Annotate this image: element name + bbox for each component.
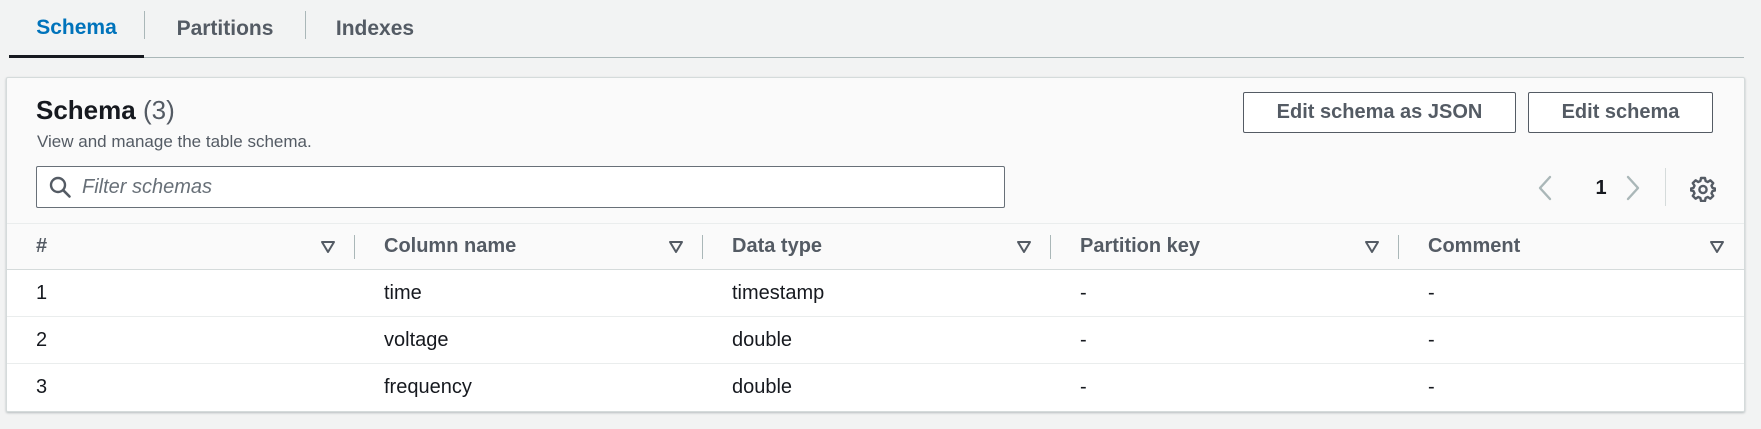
chevron-right-icon (1626, 175, 1640, 201)
cell-data-type: timestamp (732, 281, 825, 304)
filter-schemas-input[interactable] (72, 167, 1004, 207)
schema-table: # Column name Data type Partition key Co (7, 223, 1744, 411)
column-header-label: Partition key (1080, 235, 1201, 257)
gear-icon (1690, 176, 1716, 202)
tab-indexes[interactable]: Indexes (306, 0, 444, 57)
cell-column-name: time (384, 281, 422, 304)
sort-caret-icon[interactable] (1709, 240, 1725, 254)
cell-partition-key: - (1080, 376, 1087, 398)
cell-column-name: voltage (384, 328, 449, 351)
tab-bar: Schema Partitions Indexes (9, 0, 1744, 58)
page-number-1[interactable]: 1 (1587, 175, 1615, 201)
table-row: 2 voltage double - - (7, 317, 1744, 364)
chevron-left-icon (1538, 175, 1552, 201)
edit-schema-as-json-button[interactable]: Edit schema as JSON (1243, 92, 1516, 133)
cell-number: 1 (36, 281, 48, 304)
column-header-label: Column name (384, 235, 517, 257)
cell-number: 3 (36, 376, 48, 398)
card-description: View and manage the table schema. (37, 132, 312, 151)
schema-count: (3) (142, 95, 175, 125)
edit-schema-button[interactable]: Edit schema (1528, 92, 1713, 133)
cell-comment: - (1428, 328, 1435, 351)
cell-comment: - (1428, 376, 1435, 398)
column-header-label: Comment (1428, 235, 1521, 257)
filter-box (36, 166, 1005, 208)
table-header: # Column name Data type Partition key Co (7, 223, 1744, 270)
sort-caret-icon[interactable] (668, 240, 684, 254)
previous-page-button[interactable] (1533, 173, 1557, 203)
column-header-number[interactable]: # (7, 224, 355, 269)
cell-data-type: double (732, 376, 793, 398)
column-header-column-name[interactable]: Column name (355, 224, 703, 269)
card-title-text: Schema (36, 95, 136, 125)
sort-caret-icon[interactable] (320, 240, 336, 254)
tab-schema[interactable]: Schema (9, 0, 144, 58)
cell-comment: - (1428, 281, 1435, 304)
column-header-label: # (36, 235, 48, 257)
cell-data-type: double (732, 328, 793, 351)
next-page-button[interactable] (1621, 173, 1645, 203)
column-header-partition-key[interactable]: Partition key (1051, 224, 1399, 269)
pagination-divider (1665, 168, 1666, 206)
tab-partitions[interactable]: Partitions (145, 0, 305, 57)
search-icon (49, 176, 71, 198)
column-header-data-type[interactable]: Data type (703, 224, 1051, 269)
cell-number: 2 (36, 328, 48, 351)
table-row: 3 frequency double - - (7, 364, 1744, 411)
column-header-label: Data type (732, 235, 823, 257)
schema-card: Schema (3) View and manage the table sch… (6, 77, 1745, 412)
cell-partition-key: - (1080, 328, 1087, 351)
cell-partition-key: - (1080, 281, 1087, 304)
preferences-button[interactable] (1688, 174, 1718, 204)
table-row: 1 time timestamp - - (7, 270, 1744, 317)
sort-caret-icon[interactable] (1016, 240, 1032, 254)
card-title: Schema (3) (36, 95, 175, 126)
sort-caret-icon[interactable] (1364, 240, 1380, 254)
cell-column-name: frequency (384, 376, 472, 398)
column-header-comment[interactable]: Comment (1399, 224, 1744, 269)
